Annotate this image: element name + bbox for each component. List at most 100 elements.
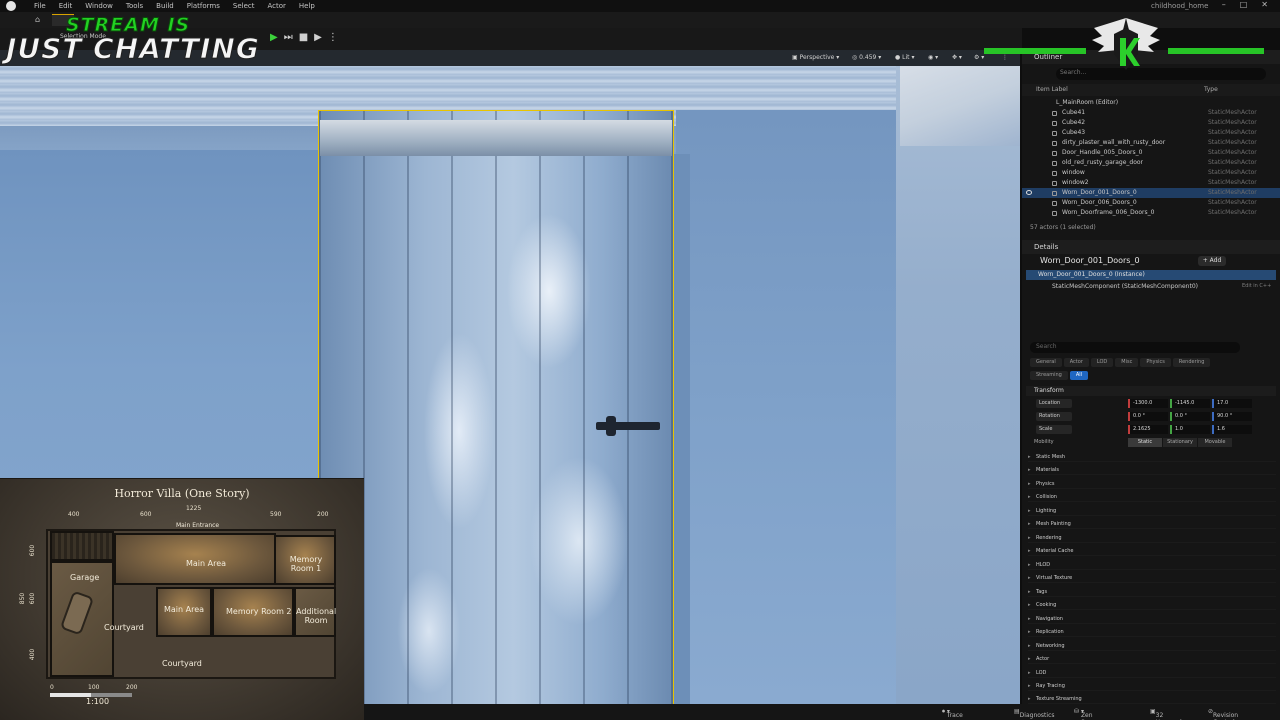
mobility-movable[interactable]: Movable bbox=[1198, 438, 1232, 447]
filter-actor[interactable]: Actor bbox=[1063, 358, 1089, 367]
filter-rendering[interactable]: Rendering bbox=[1172, 358, 1211, 367]
play-icon[interactable]: ▶ bbox=[270, 32, 278, 44]
visibility-eye-icon[interactable] bbox=[1026, 190, 1032, 195]
add-component-button[interactable]: + Add bbox=[1198, 256, 1226, 266]
outliner-row-type: StaticMeshActor bbox=[1208, 119, 1257, 126]
outliner-row[interactable]: Worn_Doorframe_006_Doors_0 StaticMeshActo… bbox=[1022, 208, 1280, 218]
lit-mode-button[interactable]: ● Lit ▾ bbox=[895, 53, 914, 63]
outliner-row[interactable]: old_red_rusty_garage_door StaticMeshActor bbox=[1022, 158, 1280, 168]
minimize-icon[interactable]: – bbox=[1222, 0, 1226, 9]
outliner-row-selected[interactable]: Worn_Door_001_Doors_0 StaticMeshActor bbox=[1022, 188, 1280, 198]
menu-platforms[interactable]: Platforms bbox=[187, 1, 220, 11]
viewport-layout-icon[interactable]: ⋮ bbox=[1002, 53, 1008, 63]
menu-build[interactable]: Build bbox=[156, 1, 174, 11]
category-tags[interactable]: Tags bbox=[1028, 587, 1276, 597]
diagnostics-button[interactable]: ▤ Diagnostics bbox=[1014, 708, 1055, 719]
filter-misc[interactable]: Misc bbox=[1115, 358, 1139, 367]
menu-tools[interactable]: Tools bbox=[126, 1, 143, 11]
launch-icon[interactable]: ▶ bbox=[314, 32, 322, 44]
category-navigation[interactable]: Navigation bbox=[1028, 614, 1276, 624]
filter-lod[interactable]: LOD bbox=[1090, 358, 1114, 367]
scale-z-field[interactable]: 1.6 bbox=[1212, 425, 1252, 434]
mobility-stationary[interactable]: Stationary bbox=[1163, 438, 1197, 447]
location-x-field[interactable]: -1300.0 bbox=[1128, 399, 1168, 408]
camera-speed-button[interactable]: ◎ 0.459 ▾ bbox=[852, 53, 881, 63]
menu-window[interactable]: Window bbox=[85, 1, 113, 11]
category-replication[interactable]: Replication bbox=[1028, 627, 1276, 637]
snap-settings-icon[interactable]: ⚙ ▾ bbox=[974, 53, 984, 63]
outliner-row[interactable]: window StaticMeshActor bbox=[1022, 168, 1280, 178]
category-physics[interactable]: Physics bbox=[1028, 479, 1276, 489]
scale-y-field[interactable]: 1.0 bbox=[1170, 425, 1210, 434]
rotation-x-field[interactable]: 0.0 ° bbox=[1128, 412, 1168, 421]
col-item-label[interactable]: Item Label bbox=[1036, 86, 1068, 93]
stop-icon[interactable]: ■ bbox=[299, 32, 308, 44]
static-mesh-component-row[interactable]: StaticMeshComponent (StaticMeshComponent… bbox=[1052, 283, 1198, 290]
mobility-static[interactable]: Static bbox=[1128, 438, 1162, 447]
category-lod[interactable]: LOD bbox=[1028, 668, 1276, 678]
category-networking[interactable]: Networking bbox=[1028, 641, 1276, 651]
transform-tools-icon[interactable]: ✥ ▾ bbox=[952, 53, 962, 63]
outliner-row[interactable]: Cube41 StaticMeshActor bbox=[1022, 108, 1280, 118]
edit-in-cpp-link[interactable]: Edit in C++ bbox=[1242, 283, 1271, 289]
location-y-field[interactable]: -1145.0 bbox=[1170, 399, 1210, 408]
transform-section-header[interactable]: Transform bbox=[1026, 386, 1276, 396]
category-hlod[interactable]: HLOD bbox=[1028, 560, 1276, 570]
menu-edit[interactable]: Edit bbox=[59, 1, 73, 11]
outliner-row[interactable]: Worn_Door_006_Doors_0 StaticMeshActor bbox=[1022, 198, 1280, 208]
trace-button[interactable]: ⏺ Trace ▾ bbox=[942, 708, 963, 719]
details-tab[interactable]: Details bbox=[1022, 240, 1280, 254]
category-ray-tracing[interactable]: Ray Tracing bbox=[1028, 681, 1276, 691]
filter-physics[interactable]: Physics bbox=[1140, 358, 1171, 367]
outliner-row[interactable]: L_MainRoom (Editor) bbox=[1022, 98, 1280, 108]
category-lighting[interactable]: Lighting bbox=[1028, 506, 1276, 516]
category-material-cache[interactable]: Material Cache bbox=[1028, 546, 1276, 556]
outliner-row-type: StaticMeshActor bbox=[1208, 209, 1257, 216]
menu-select[interactable]: Select bbox=[233, 1, 255, 11]
show-flags-icon[interactable]: ◉ ▾ bbox=[928, 53, 938, 63]
filter-streaming[interactable]: Streaming bbox=[1030, 371, 1068, 380]
category-collision[interactable]: Collision bbox=[1028, 492, 1276, 502]
unsaved-button[interactable]: ▣ 32 Unsaved bbox=[1150, 708, 1182, 720]
rotation-label[interactable]: Rotation bbox=[1036, 412, 1072, 421]
selected-actor-name[interactable]: Worn_Door_001_Doors_0 bbox=[1040, 256, 1140, 265]
perspective-button[interactable]: ▣ Perspective ▾ bbox=[792, 53, 839, 63]
outliner-row[interactable]: Cube43 StaticMeshActor bbox=[1022, 128, 1280, 138]
scale-x-field[interactable]: 2.1625 bbox=[1128, 425, 1168, 434]
outliner-row[interactable]: dirty_plaster_wall_with_rusty_door Static… bbox=[1022, 138, 1280, 148]
menu-actor[interactable]: Actor bbox=[268, 1, 286, 11]
category-static-mesh[interactable]: Static Mesh bbox=[1028, 452, 1276, 462]
more-options-icon[interactable]: ⋮ bbox=[328, 32, 338, 44]
menu-file[interactable]: File bbox=[34, 1, 46, 11]
selected-worn-door[interactable] bbox=[318, 110, 674, 704]
category-actor[interactable]: Actor bbox=[1028, 654, 1276, 664]
scale-label[interactable]: Scale bbox=[1036, 425, 1072, 434]
step-icon[interactable]: ⏭ bbox=[284, 32, 293, 44]
location-z-field[interactable]: 17.0 bbox=[1212, 399, 1252, 408]
rotation-z-field[interactable]: 90.0 ° bbox=[1212, 412, 1252, 421]
outliner-row[interactable]: Cube42 StaticMeshActor bbox=[1022, 118, 1280, 128]
maximize-icon[interactable]: □ bbox=[1240, 0, 1248, 9]
outliner-row-label: Door_Handle_005_Doors_0 bbox=[1062, 149, 1143, 156]
location-label[interactable]: Location bbox=[1036, 399, 1072, 408]
category-mesh-painting[interactable]: Mesh Painting bbox=[1028, 519, 1276, 529]
menu-help[interactable]: Help bbox=[299, 1, 315, 11]
col-type[interactable]: Type bbox=[1204, 86, 1218, 93]
category-rendering[interactable]: Rendering bbox=[1028, 533, 1276, 543]
category-cooking[interactable]: Cooking bbox=[1028, 600, 1276, 610]
unreal-logo-icon[interactable] bbox=[6, 1, 16, 11]
details-search-input[interactable]: Search bbox=[1030, 342, 1240, 353]
dim-top-2: 1225 bbox=[186, 505, 202, 512]
revision-control-button[interactable]: ⊘ Revision Control bbox=[1208, 708, 1238, 720]
category-materials[interactable]: Materials bbox=[1028, 465, 1276, 475]
rotation-y-field[interactable]: 0.0 ° bbox=[1170, 412, 1210, 421]
instance-row[interactable]: Worn_Door_001_Doors_0 (Instance) bbox=[1026, 270, 1276, 280]
close-icon[interactable]: ✕ bbox=[1261, 0, 1268, 9]
category-virtual-texture[interactable]: Virtual Texture bbox=[1028, 573, 1276, 583]
filter-general[interactable]: General bbox=[1030, 358, 1062, 367]
outliner-row[interactable]: window2 StaticMeshActor bbox=[1022, 178, 1280, 188]
filter-all[interactable]: All bbox=[1069, 371, 1089, 380]
zen-server-button[interactable]: ⛁ Zen Server ▾ bbox=[1074, 708, 1101, 720]
outliner-row[interactable]: Door_Handle_005_Doors_0 StaticMeshActor bbox=[1022, 148, 1280, 158]
category-texture-streaming[interactable]: Texture Streaming bbox=[1028, 694, 1276, 704]
